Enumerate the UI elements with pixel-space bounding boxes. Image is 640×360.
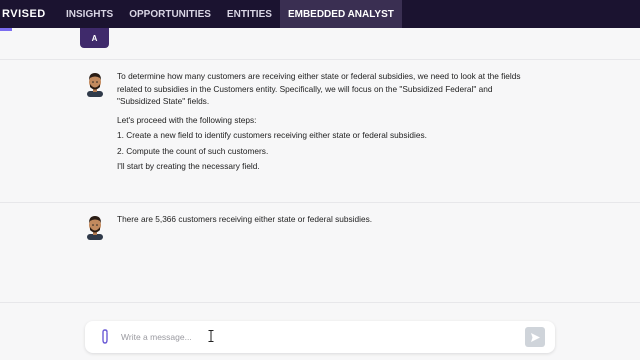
nav-tab-insights[interactable]: INSIGHTS [58,0,121,28]
message-paragraph: To determine how many customers are rece… [117,71,521,106]
assistant-message: To determine how many customers are rece… [0,59,640,202]
send-icon [530,332,540,342]
assistant-message: There are 5,366 customers receiving eith… [0,202,640,252]
send-button[interactable] [525,327,545,347]
paperclip-icon[interactable] [98,329,112,345]
nav-tab-embedded-analyst[interactable]: EMBEDDED ANALYST [279,0,402,28]
nav-tab-entities[interactable]: ENTITIES [219,0,280,28]
composer-area [0,302,640,360]
message-body: To determine how many customers are rece… [117,70,537,176]
top-navigation-bar: RVISED INSIGHTS OPPORTUNITIES ENTITIES E… [0,0,640,28]
message-paragraph: I'll start by creating the necessary fie… [117,161,260,171]
assistant-avatar-icon [87,216,103,240]
message-paragraph: There are 5,366 customers receiving eith… [117,214,373,224]
assistant-avatar-icon [87,73,103,97]
nav-tab-opportunities[interactable]: OPPORTUNITIES [121,0,219,28]
message-input[interactable] [121,330,421,344]
accent-indicator [0,28,12,31]
brand-logo[interactable]: RVISED [0,8,58,20]
message-body: There are 5,366 customers receiving eith… [117,213,537,229]
message-composer [85,321,555,353]
text-cursor-icon [208,330,214,342]
message-paragraph: 2. Compute the count of such customers. [117,145,269,156]
message-paragraph: Let's proceed with the following steps: [117,114,257,125]
user-avatar: A [80,28,109,48]
message-paragraph: 1. Create a new field to identify custom… [117,130,427,140]
